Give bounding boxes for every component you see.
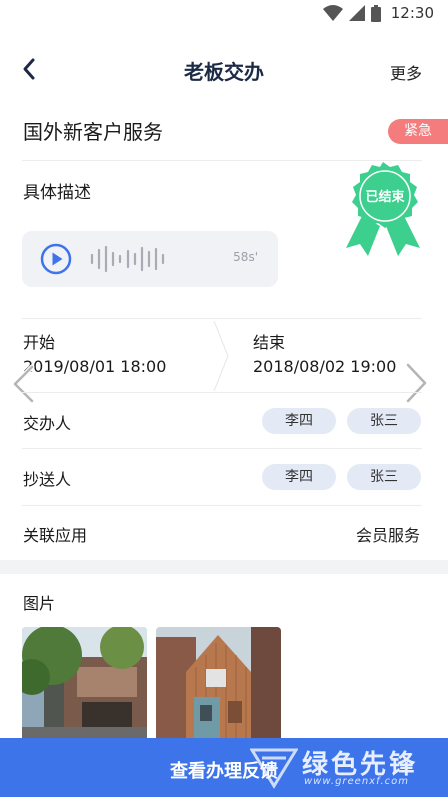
play-icon[interactable] (40, 243, 72, 275)
cc-chip[interactable]: 李四 (262, 464, 336, 490)
assigner-chip[interactable]: 张三 (347, 408, 421, 434)
start-label: 开始 (23, 333, 56, 352)
end-time[interactable]: 2018/08/02 19:00 (253, 357, 396, 376)
images-label: 图片 (23, 594, 56, 613)
start-time[interactable]: 2019/08/01 18:00 (23, 357, 166, 376)
status-bar: 12:30 (0, 0, 448, 28)
chevron-separator-icon (213, 321, 229, 391)
end-label: 结束 (253, 333, 286, 352)
divider (22, 505, 422, 506)
task-title: 国外新客户服务 (23, 120, 163, 144)
wifi-icon (322, 5, 343, 21)
watermark-logo-icon (250, 748, 298, 789)
cc-chip[interactable]: 张三 (347, 464, 421, 490)
description-label: 具体描述 (23, 183, 91, 203)
watermark-url: www.greenxf.com (304, 776, 409, 787)
assigner-chip[interactable]: 李四 (262, 408, 336, 434)
linked-app-label: 关联应用 (23, 526, 88, 545)
street-photo-icon (22, 627, 147, 742)
status-time: 12:30 (390, 4, 434, 22)
divider (22, 392, 422, 393)
page-title: 老板交办 (184, 60, 264, 84)
section-separator (0, 560, 448, 574)
schedule-row: 开始 2019/08/01 18:00 结束 2018/08/02 19:00 (0, 319, 448, 391)
image-thumbnail[interactable] (22, 627, 147, 742)
next-arrow-icon[interactable] (402, 362, 432, 404)
divider (22, 448, 422, 449)
linked-app-value[interactable]: 会员服务 (356, 522, 420, 546)
more-button[interactable]: 更多 (390, 60, 422, 84)
house-photo-icon (156, 627, 281, 742)
audio-duration: 58s' (233, 250, 258, 264)
ended-stamp-label: 已结束 (365, 189, 405, 205)
battery-icon (370, 4, 381, 22)
priority-badge: 紧急 (388, 119, 448, 144)
cc-label: 抄送人 (23, 470, 72, 489)
assigner-label: 交办人 (23, 414, 72, 433)
nav-bar: 老板交办 更多 (0, 48, 448, 92)
signal-icon (348, 5, 365, 21)
voice-message-card[interactable]: 58s' (22, 231, 278, 287)
ended-stamp-icon: 已结束 (346, 162, 420, 256)
audio-waveform-icon (90, 245, 165, 273)
previous-arrow-icon[interactable] (8, 364, 38, 404)
image-thumbnail[interactable] (156, 627, 281, 742)
watermark: 绿色先锋 www.greenxf.com (232, 742, 442, 794)
